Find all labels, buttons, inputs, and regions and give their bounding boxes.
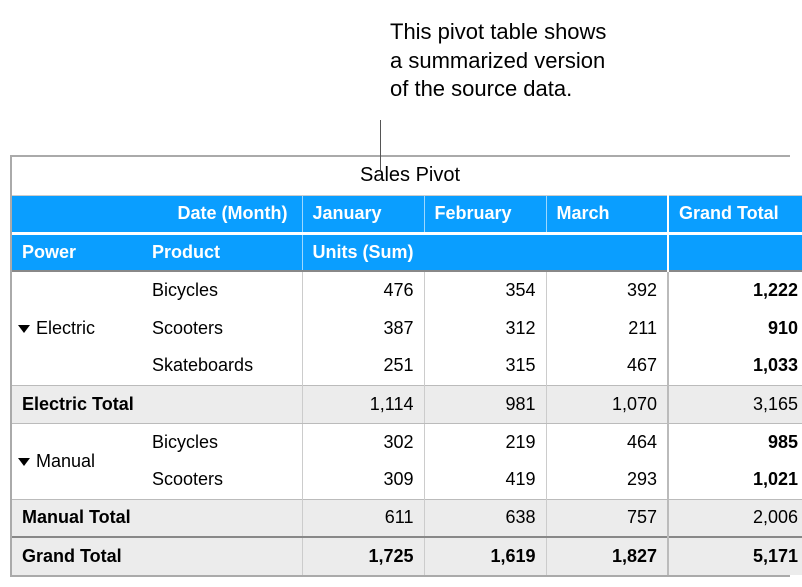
product-cell[interactable]: Scooters	[142, 461, 302, 499]
callout-caption: This pivot table shows a summarized vers…	[390, 18, 606, 104]
values-label[interactable]: Units (Sum)	[302, 233, 668, 271]
group-name: Electric	[36, 318, 95, 338]
grand-total-row-label[interactable]: Grand Total	[12, 537, 302, 575]
grand-total-cell[interactable]: 1,725	[302, 537, 424, 575]
value-cell[interactable]: 392	[546, 271, 668, 309]
product-cell[interactable]: Skateboards	[142, 347, 302, 385]
row-total-cell[interactable]: 1,021	[668, 461, 802, 499]
month-header-january[interactable]: January	[302, 195, 424, 233]
subtotal-cell[interactable]: 611	[302, 499, 424, 537]
row-field-product[interactable]: Product	[142, 233, 302, 271]
value-cell[interactable]: 354	[424, 271, 546, 309]
value-cell[interactable]: 312	[424, 309, 546, 347]
value-cell[interactable]: 309	[302, 461, 424, 499]
value-cell[interactable]: 387	[302, 309, 424, 347]
value-cell[interactable]: 467	[546, 347, 668, 385]
row-total-cell[interactable]: 910	[668, 309, 802, 347]
product-cell[interactable]: Bicycles	[142, 423, 302, 461]
group-toggle-electric[interactable]: Electric	[12, 271, 142, 385]
col-field-label[interactable]: Date (Month)	[12, 195, 302, 233]
subtotal-cell[interactable]: 1,070	[546, 385, 668, 423]
row-total-cell[interactable]: 985	[668, 423, 802, 461]
value-cell[interactable]: 219	[424, 423, 546, 461]
subtotal-cell[interactable]: 757	[546, 499, 668, 537]
subtotal-cell[interactable]: 981	[424, 385, 546, 423]
value-cell[interactable]: 476	[302, 271, 424, 309]
group-name: Manual	[36, 451, 95, 471]
grand-total-col-header[interactable]: Grand Total	[668, 195, 802, 233]
chevron-down-icon	[18, 325, 30, 333]
value-cell[interactable]: 302	[302, 423, 424, 461]
row-total-cell[interactable]: 1,033	[668, 347, 802, 385]
group-toggle-manual[interactable]: Manual	[12, 423, 142, 499]
subtotal-total-cell[interactable]: 2,006	[668, 499, 802, 537]
value-cell[interactable]: 419	[424, 461, 546, 499]
row-field-power[interactable]: Power	[12, 233, 142, 271]
callout-line	[380, 120, 381, 170]
pivot-table-container: Sales Pivot Date (Month) January Februar…	[10, 155, 790, 577]
product-cell[interactable]: Bicycles	[142, 271, 302, 309]
subtotal-label-electric[interactable]: Electric Total	[12, 385, 302, 423]
subtotal-cell[interactable]: 638	[424, 499, 546, 537]
subtotal-cell[interactable]: 1,114	[302, 385, 424, 423]
chevron-down-icon	[18, 458, 30, 466]
value-cell[interactable]: 293	[546, 461, 668, 499]
product-cell[interactable]: Scooters	[142, 309, 302, 347]
value-cell[interactable]: 251	[302, 347, 424, 385]
pivot-table: Sales Pivot Date (Month) January Februar…	[12, 157, 802, 575]
month-header-march[interactable]: March	[546, 195, 668, 233]
header-blank	[668, 233, 802, 271]
pivot-title: Sales Pivot	[12, 157, 802, 195]
grand-total-cell[interactable]: 1,827	[546, 537, 668, 575]
row-total-cell[interactable]: 1,222	[668, 271, 802, 309]
value-cell[interactable]: 464	[546, 423, 668, 461]
value-cell[interactable]: 315	[424, 347, 546, 385]
value-cell[interactable]: 211	[546, 309, 668, 347]
subtotal-total-cell[interactable]: 3,165	[668, 385, 802, 423]
subtotal-label-manual[interactable]: Manual Total	[12, 499, 302, 537]
month-header-february[interactable]: February	[424, 195, 546, 233]
grand-total-cell[interactable]: 1,619	[424, 537, 546, 575]
grand-total-total-cell[interactable]: 5,171	[668, 537, 802, 575]
